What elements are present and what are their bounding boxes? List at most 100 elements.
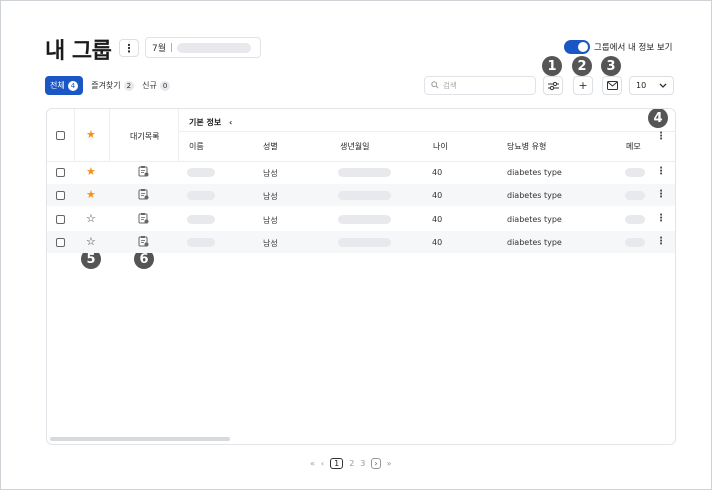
page-2[interactable]: 2 (349, 459, 354, 468)
cell-age: 40 (432, 215, 443, 224)
horizontal-scrollbar[interactable] (50, 437, 230, 441)
row-checkbox[interactable] (56, 191, 65, 200)
cell-gender: 남성 (263, 169, 278, 178)
date-range-redacted (177, 42, 252, 53)
birthdate-redacted (338, 191, 391, 200)
column-header-diabetes-type: 당뇨병 유형 (507, 142, 547, 151)
waitlist-clipboard-icon[interactable] (138, 188, 149, 200)
cell-diabetes-type: diabetes type (507, 215, 562, 224)
favorite-header-star-icon: ★ (86, 128, 96, 141)
row-more-button[interactable]: ⋮ (656, 166, 666, 177)
app-window: 내 그룹 ⋮ 7월 | 그룹에서 내 정보 보기 전체 4 즐겨찾기 2 신규 … (0, 0, 712, 490)
add-button[interactable]: + (573, 76, 593, 95)
tab-favorites-count: 2 (123, 80, 135, 91)
date-separator: | (170, 42, 174, 53)
divider (178, 109, 179, 161)
callout-3: 3 (601, 56, 621, 76)
sliders-icon (547, 81, 559, 90)
row-checkbox[interactable] (56, 215, 65, 224)
divider (47, 161, 675, 162)
next-page-icon[interactable]: › (371, 458, 381, 469)
kebab-icon: ⋮ (123, 41, 135, 55)
birthdate-redacted (338, 168, 391, 177)
memo-redacted (625, 215, 645, 224)
cell-age: 40 (432, 191, 443, 200)
tab-new-count: 0 (159, 80, 171, 91)
name-redacted (187, 215, 215, 224)
tab-new[interactable]: 신규 0 (142, 80, 171, 91)
filter-settings-button[interactable] (543, 76, 563, 95)
column-header-waitlist: 대기목록 (130, 132, 160, 141)
cell-gender: 남성 (263, 239, 278, 248)
memo-redacted (625, 238, 645, 247)
mail-icon (606, 81, 618, 90)
divider (178, 131, 675, 132)
plus-icon: + (578, 79, 588, 92)
divider (74, 109, 75, 161)
waitlist-clipboard-icon[interactable] (138, 165, 149, 177)
tab-favorites-label: 즐겨찾기 (91, 81, 121, 90)
cell-diabetes-type: diabetes type (507, 168, 562, 177)
message-button[interactable] (602, 76, 622, 95)
date-selector[interactable]: 7월 | (145, 37, 261, 58)
page-title: 내 그룹 (45, 39, 112, 64)
name-redacted (187, 238, 215, 247)
callout-2: 2 (572, 56, 592, 76)
title-more-button[interactable]: ⋮ (119, 39, 139, 57)
page-size-select[interactable]: 10 (629, 76, 674, 95)
favorite-star-outline-icon[interactable]: ☆ (86, 213, 96, 224)
tab-all-count: 4 (67, 80, 79, 91)
favorite-star-outline-icon[interactable]: ☆ (86, 236, 96, 247)
column-header-gender: 성별 (263, 142, 278, 151)
name-redacted (187, 191, 215, 200)
row-more-button[interactable]: ⋮ (656, 189, 666, 200)
row-checkbox[interactable] (56, 168, 65, 177)
last-page-icon[interactable]: » (387, 459, 392, 468)
first-page-icon[interactable]: « (310, 459, 315, 468)
favorite-star-icon[interactable]: ★ (86, 189, 96, 200)
prev-page-icon[interactable]: ‹ (321, 459, 324, 468)
row-more-button[interactable]: ⋮ (656, 213, 666, 224)
column-header-birthdate: 생년월일 (340, 142, 370, 151)
cell-gender: 남성 (263, 192, 278, 201)
column-header-memo: 메모 (626, 142, 641, 151)
memo-redacted (625, 191, 645, 200)
waitlist-clipboard-icon[interactable] (138, 235, 149, 247)
cell-age: 40 (432, 168, 443, 177)
select-all-checkbox[interactable] (56, 131, 65, 140)
row-more-button[interactable]: ⋮ (656, 236, 666, 247)
search-input[interactable]: 검색 (424, 76, 536, 95)
column-header-name: 이름 (189, 142, 204, 151)
tab-all-label: 전체 (50, 81, 65, 90)
tab-all[interactable]: 전체 4 (45, 76, 84, 95)
column-options-button[interactable]: ⋮ (656, 131, 666, 142)
page-1[interactable]: 1 (330, 458, 344, 469)
memo-redacted (625, 168, 645, 177)
pagination: « ‹ 1 2 3 › » (307, 458, 395, 469)
page-size-value: 10 (636, 81, 647, 90)
page-3[interactable]: 3 (360, 459, 365, 468)
birthdate-redacted (338, 238, 391, 247)
chevron-left-icon: ‹ (229, 118, 233, 127)
date-month: 7월 (152, 44, 167, 54)
toggle-label: 그룹에서 내 정보 보기 (594, 43, 673, 53)
show-my-info-toggle-group: 그룹에서 내 정보 보기 (564, 40, 673, 54)
divider (109, 109, 110, 161)
search-icon (431, 80, 439, 91)
tab-new-label: 신규 (142, 81, 157, 90)
waitlist-clipboard-icon[interactable] (138, 212, 149, 224)
chevron-down-icon (659, 83, 667, 88)
tab-favorites[interactable]: 즐겨찾기 2 (91, 80, 135, 91)
cell-diabetes-type: diabetes type (507, 191, 562, 200)
cell-age: 40 (432, 238, 443, 247)
show-my-info-toggle[interactable] (564, 40, 590, 54)
column-header-age: 나이 (433, 142, 448, 151)
row-checkbox[interactable] (56, 238, 65, 247)
birthdate-redacted (338, 215, 391, 224)
search-placeholder: 검색 (443, 81, 457, 90)
column-group-basic-info[interactable]: 기본 정보 ‹ (189, 117, 232, 128)
callout-1: 1 (542, 56, 562, 76)
group-table: ★ 대기목록 기본 정보 ‹ 이름 성별 생년월일 나이 당뇨병 유형 메모 ⋮… (46, 108, 676, 445)
favorite-star-icon[interactable]: ★ (86, 166, 96, 177)
cell-gender: 남성 (263, 216, 278, 225)
